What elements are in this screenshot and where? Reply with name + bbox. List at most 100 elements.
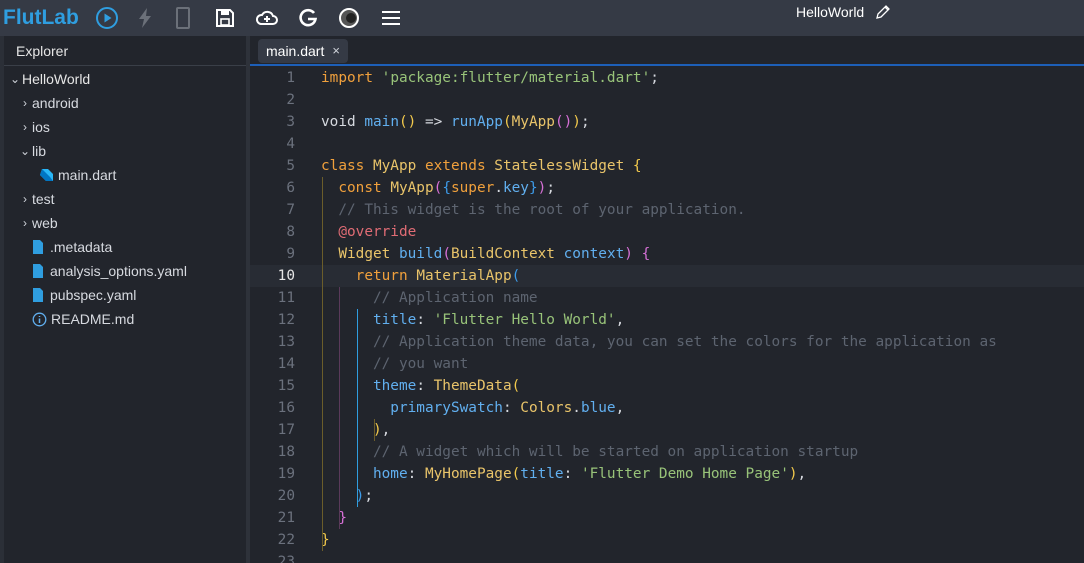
line-number: 9 — [286, 246, 295, 262]
tree-item-main-dart[interactable]: main.dart — [38, 163, 116, 187]
code-line[interactable]: 6 const MyApp({super.key}); — [250, 177, 1084, 199]
code-token: () — [554, 114, 573, 130]
code-token: ( — [433, 180, 443, 196]
code-line[interactable]: 17 ), — [250, 419, 1084, 441]
edit-project-name-icon[interactable] — [875, 4, 891, 25]
code-line[interactable]: 3 void main() => runApp(MyApp()); — [250, 111, 1084, 133]
code-token: 'package:flutter/material.dart' — [381, 70, 651, 86]
line-number: 19 — [277, 466, 295, 482]
line-number: 14 — [277, 356, 295, 372]
tree-item-ios[interactable]: › ios — [18, 115, 50, 139]
google-icon[interactable] — [294, 4, 322, 32]
line-number: 20 — [277, 488, 295, 504]
code-line[interactable]: 14 // you want — [250, 353, 1084, 375]
tree-item-readme-md[interactable]: README.md — [32, 307, 134, 331]
code-line[interactable]: 20 ); — [250, 485, 1084, 507]
code-token: : — [563, 466, 581, 482]
tree-item-lib[interactable]: ⌄ lib — [18, 139, 46, 163]
code-token: theme — [321, 378, 417, 394]
code-text: // Application theme data, you can set t… — [321, 331, 997, 353]
code-token: home — [321, 466, 408, 482]
chevron-right-icon: › — [23, 192, 27, 206]
code-line[interactable]: 9 Widget build(BuildContext context) { — [250, 243, 1084, 265]
code-token: MaterialApp — [416, 268, 512, 284]
tree-item-pubspec-yaml[interactable]: pubspec.yaml — [32, 283, 136, 307]
line-number: 23 — [277, 554, 295, 563]
code-token: super — [450, 180, 495, 196]
code-token: const — [321, 180, 391, 196]
code-text: theme: ThemeData( — [321, 375, 520, 397]
code-line[interactable]: 23 — [250, 551, 1084, 563]
tree-item-label: android — [32, 95, 79, 111]
code-editor[interactable]: 1 import 'package:flutter/material.dart';… — [250, 67, 1084, 563]
code-token: extends — [424, 158, 495, 174]
line-number: 4 — [286, 136, 295, 152]
indent-guide — [339, 287, 341, 529]
code-line[interactable]: 13 // Application theme data, you can se… — [250, 331, 1084, 353]
save-icon[interactable] — [211, 4, 239, 32]
theme-icon[interactable] — [335, 4, 363, 32]
code-token: , — [615, 312, 625, 328]
code-text: const MyApp({super.key}); — [321, 177, 555, 199]
line-number: 1 — [286, 70, 295, 86]
file-icon — [32, 239, 44, 255]
code-token: // This widget is the root of your appli… — [321, 202, 746, 218]
tree-item-test[interactable]: › test — [18, 187, 55, 211]
tree-item-label: pubspec.yaml — [50, 287, 137, 303]
code-token: : — [416, 312, 434, 328]
code-token: ( — [511, 268, 521, 284]
code-line[interactable]: 16 primarySwatch: Colors.blue, — [250, 397, 1084, 419]
tree-item-analysis-options-yaml[interactable]: analysis_options.yaml — [32, 259, 187, 283]
tree-item-label: main.dart — [58, 167, 117, 183]
code-token: => — [416, 114, 451, 130]
code-line[interactable]: 10 return MaterialApp( — [250, 265, 1084, 287]
indent-guide — [356, 309, 358, 507]
code-line[interactable]: 19 home: MyHomePage(title: 'Flutter Demo… — [250, 463, 1084, 485]
tree-item-label: ios — [32, 119, 50, 135]
code-line[interactable]: 15 theme: ThemeData( — [250, 375, 1084, 397]
tree-item-web[interactable]: › web — [18, 211, 58, 235]
tab-main-dart[interactable]: main.dart × — [258, 39, 348, 63]
tree-item-helloworld[interactable]: ⌄ HelloWorld — [8, 67, 90, 91]
menu-icon[interactable] — [377, 4, 405, 32]
explorer-panel: Explorer ⌄ HelloWorld › android › ios ⌄ lib main… — [0, 36, 248, 563]
tree-item-metadata[interactable]: .metadata — [32, 235, 112, 259]
chevron-right-icon: › — [23, 96, 27, 110]
chevron-down-icon: ⌄ — [19, 144, 31, 158]
run-icon[interactable] — [93, 4, 121, 32]
tree-item-label: test — [32, 191, 55, 207]
code-token: ThemeData — [433, 378, 512, 394]
line-number: 12 — [277, 312, 295, 328]
code-token: ( — [502, 114, 512, 130]
line-number: 21 — [277, 510, 295, 526]
project-name[interactable]: HelloWorld — [796, 4, 864, 20]
chevron-down-icon: ⌄ — [9, 72, 21, 86]
code-line[interactable]: 21 } — [250, 507, 1084, 529]
code-line[interactable]: 12 title: 'Flutter Hello World', — [250, 309, 1084, 331]
code-line[interactable]: 1 import 'package:flutter/material.dart'; — [250, 67, 1084, 89]
code-token: ; — [546, 180, 555, 196]
code-line[interactable]: 5 class MyApp extends StatelessWidget { — [250, 155, 1084, 177]
code-line[interactable]: 8 @override — [250, 221, 1084, 243]
close-tab-icon[interactable]: × — [332, 39, 340, 63]
code-text: class MyApp extends StatelessWidget { — [321, 155, 642, 177]
code-line[interactable]: 4 — [250, 133, 1084, 155]
code-line[interactable]: 2 — [250, 89, 1084, 111]
code-line[interactable]: 7 // This widget is the root of your app… — [250, 199, 1084, 221]
cloud-upload-icon[interactable] — [253, 4, 281, 32]
code-token: , — [381, 422, 391, 438]
line-number: 13 — [277, 334, 295, 350]
code-token: ( — [442, 246, 451, 262]
code-token: import — [321, 70, 382, 86]
code-line[interactable]: 11 // Application name — [250, 287, 1084, 309]
code-token: BuildContext — [450, 246, 564, 262]
code-line[interactable]: 18 // A widget which will be started on … — [250, 441, 1084, 463]
tree-item-android[interactable]: › android — [18, 91, 79, 115]
line-number: 5 — [286, 158, 295, 174]
code-line[interactable]: 22} — [250, 529, 1084, 551]
code-token: @override — [321, 224, 417, 240]
chevron-right-icon: › — [23, 216, 27, 230]
